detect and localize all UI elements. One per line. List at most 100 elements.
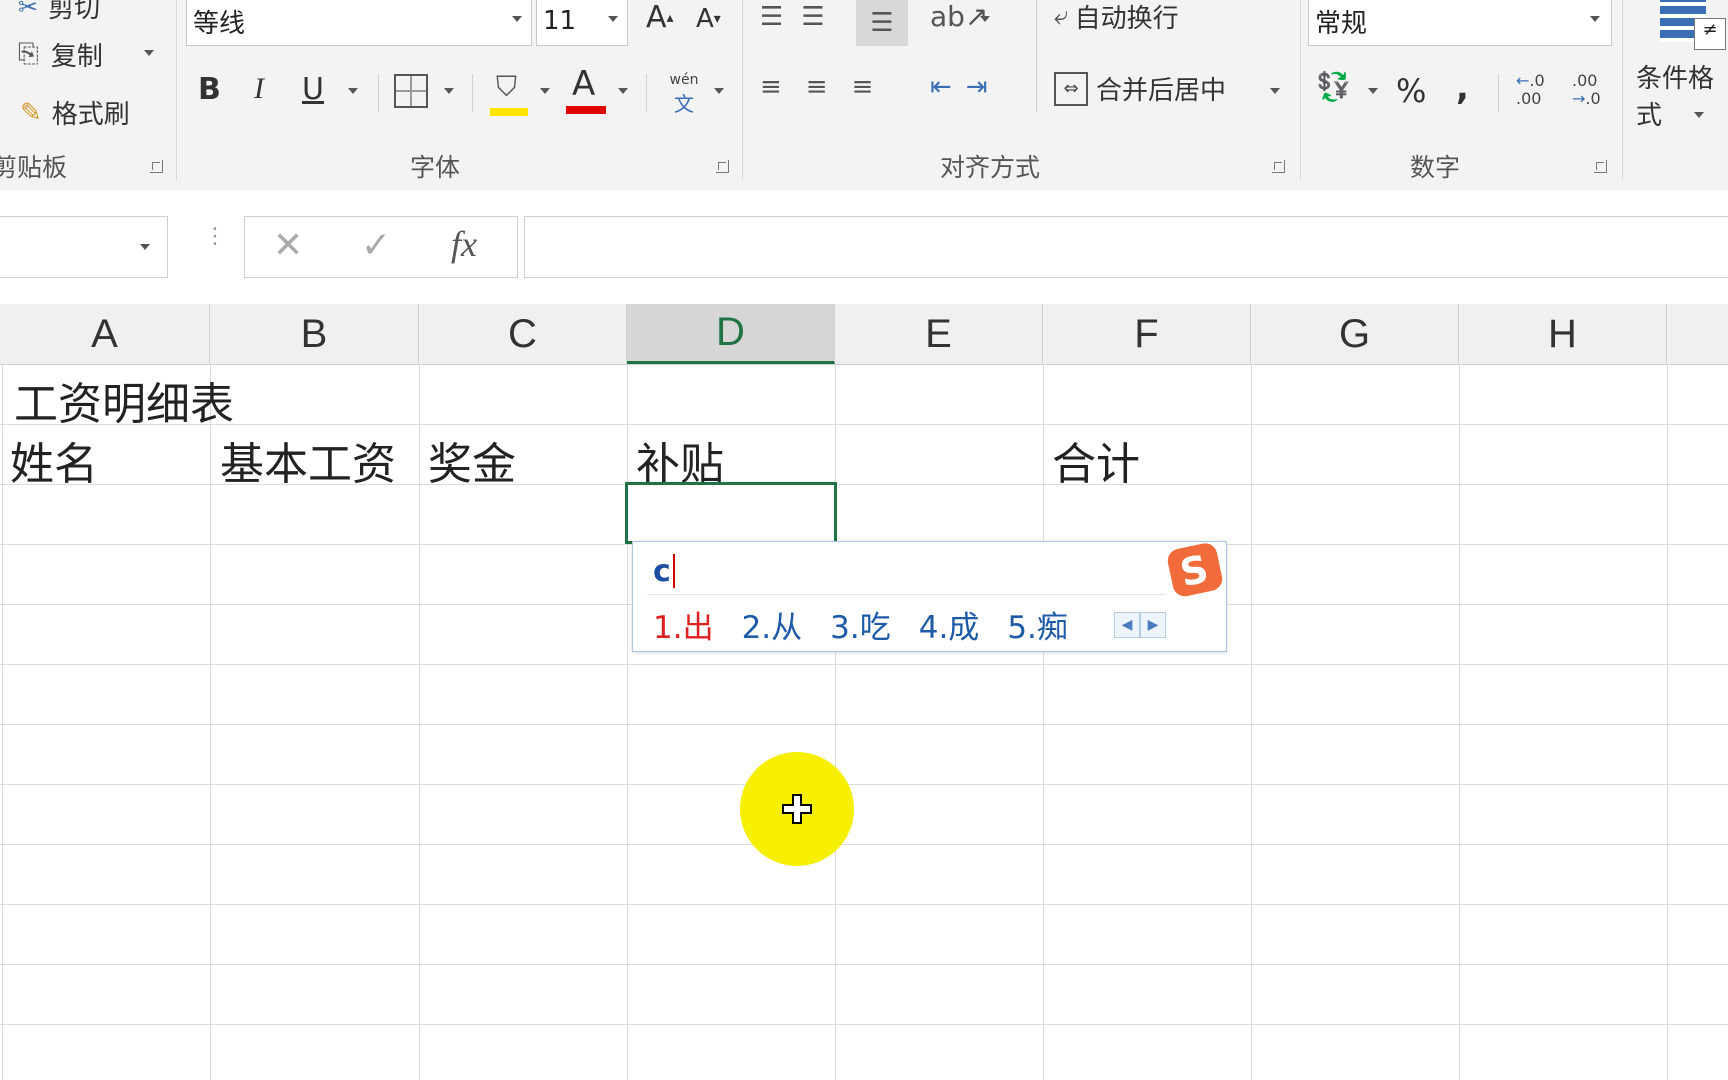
font-name-select[interactable]: 等线 bbox=[186, 0, 532, 46]
cell-f2[interactable]: 合计 bbox=[1052, 428, 1140, 492]
vertical-align-buttons[interactable]: ☰☰ bbox=[760, 2, 843, 32]
accounting-format-button[interactable]: 💱 bbox=[1316, 70, 1351, 103]
merge-cells-icon: ⇔ bbox=[1054, 71, 1088, 106]
increase-decimal-icon: ←.0 bbox=[1516, 71, 1545, 90]
align-bottom-button[interactable]: ☰ bbox=[856, 0, 908, 46]
column-header-partial[interactable] bbox=[1667, 304, 1728, 364]
ime-candidate-5[interactable]: 5.痴 bbox=[1007, 602, 1068, 647]
enter-icon[interactable]: ✓ bbox=[361, 225, 391, 266]
font-color-button[interactable]: A bbox=[566, 64, 606, 114]
conditional-format-dropdown-icon[interactable] bbox=[1694, 112, 1704, 118]
insert-function-button[interactable]: fx bbox=[451, 223, 477, 265]
fill-color-button[interactable]: ⛉ bbox=[490, 70, 530, 116]
cell-c2[interactable]: 奖金 bbox=[428, 428, 516, 492]
ime-candidate-4[interactable]: 4.成 bbox=[919, 602, 980, 647]
borders-button[interactable] bbox=[394, 74, 428, 108]
merge-dropdown-icon[interactable] bbox=[1270, 88, 1280, 94]
cell-b2[interactable]: 基本工资 bbox=[220, 428, 396, 492]
gridline bbox=[2, 364, 3, 1080]
ime-prev-page-icon[interactable]: ◀ bbox=[1114, 612, 1140, 638]
cell-a1[interactable]: 工资明细表 bbox=[14, 368, 234, 432]
ime-composition: c bbox=[653, 554, 671, 589]
format-painter-button[interactable]: ✎ 格式刷 bbox=[20, 94, 130, 131]
divider bbox=[742, 0, 743, 180]
percent-button[interactable]: % bbox=[1396, 72, 1426, 110]
formula-bar: ⋮ ✕ ✓ fx bbox=[0, 190, 1728, 286]
align-right-icon[interactable]: ≡ bbox=[852, 72, 898, 102]
borders-dropdown-icon[interactable] bbox=[444, 88, 454, 94]
decrease-indent-icon[interactable]: ⇤ bbox=[930, 72, 966, 102]
number-launcher-icon[interactable] bbox=[1594, 160, 1607, 173]
align-center-icon[interactable]: ≡ bbox=[806, 72, 852, 102]
copy-button[interactable]: ⎘ 复制 bbox=[18, 36, 103, 73]
align-middle-icon[interactable]: ☰ bbox=[801, 2, 842, 32]
wrap-text-icon: ⤶ bbox=[1054, 1, 1069, 31]
ime-caret bbox=[673, 554, 675, 588]
font-name-dropdown-icon[interactable] bbox=[512, 16, 522, 22]
increase-decimal-button[interactable]: ←.0 .00 bbox=[1516, 72, 1545, 108]
phonetic-button[interactable]: wén 文 bbox=[664, 72, 704, 116]
column-header-h[interactable]: H bbox=[1459, 304, 1667, 364]
font-color-icon: A bbox=[572, 64, 596, 104]
ime-candidate-3[interactable]: 3.吃 bbox=[830, 602, 891, 647]
phonetic-dropdown-icon[interactable] bbox=[714, 88, 724, 94]
decrease-decimal-button[interactable]: .00 →.0 bbox=[1572, 72, 1601, 108]
accounting-dropdown-icon[interactable] bbox=[1368, 88, 1378, 94]
gridline bbox=[835, 364, 836, 1080]
cut-label: 剪切 bbox=[48, 0, 101, 24]
indent-buttons[interactable]: ⇤⇥ bbox=[930, 72, 1002, 102]
column-header-e[interactable]: E bbox=[835, 304, 1043, 364]
gridline bbox=[1043, 364, 1044, 1080]
horizontal-align-buttons[interactable]: ≡≡≡ bbox=[760, 72, 897, 102]
increase-indent-icon[interactable]: ⇥ bbox=[966, 72, 1002, 102]
divider bbox=[1300, 0, 1301, 180]
underline-button[interactable]: U bbox=[302, 72, 324, 107]
conditional-format-button[interactable]: ≠ bbox=[1660, 0, 1726, 54]
font-size-dropdown-icon[interactable] bbox=[608, 16, 618, 22]
shrink-font-button[interactable]: A ▾ bbox=[696, 4, 721, 34]
font-color-dropdown-icon[interactable] bbox=[618, 88, 628, 94]
underline-dropdown-icon[interactable] bbox=[348, 88, 358, 94]
ime-next-page-icon[interactable]: ▶ bbox=[1140, 612, 1166, 638]
copy-dropdown-icon[interactable] bbox=[144, 50, 154, 56]
clipboard-launcher-icon[interactable] bbox=[150, 160, 163, 173]
ime-candidate-1[interactable]: 1.出 bbox=[653, 602, 714, 647]
column-header-d[interactable]: D bbox=[627, 304, 835, 364]
gridline bbox=[1667, 364, 1668, 1080]
font-size-select[interactable]: 11 bbox=[536, 0, 628, 46]
number-format-dropdown-icon[interactable] bbox=[1590, 16, 1600, 22]
gridline bbox=[0, 844, 1728, 845]
number-format-select[interactable]: 常规 bbox=[1308, 0, 1612, 46]
font-launcher-icon[interactable] bbox=[716, 160, 729, 173]
column-header-f[interactable]: F bbox=[1043, 304, 1251, 364]
align-left-icon[interactable]: ≡ bbox=[760, 72, 806, 102]
orientation-dropdown-icon[interactable] bbox=[980, 16, 990, 22]
italic-button[interactable]: I bbox=[254, 72, 264, 106]
formula-input[interactable] bbox=[524, 216, 1728, 278]
align-top-icon[interactable]: ☰ bbox=[760, 2, 801, 32]
ime-candidate-2[interactable]: 2.从 bbox=[742, 602, 803, 647]
wrap-text-button[interactable]: ⤶ 自动换行 bbox=[1054, 0, 1179, 35]
column-header-a[interactable]: A bbox=[0, 304, 210, 364]
bold-button[interactable]: B bbox=[198, 72, 221, 107]
fill-color-dropdown-icon[interactable] bbox=[540, 88, 550, 94]
cell-a2[interactable]: 姓名 bbox=[10, 428, 98, 492]
comma-button[interactable]: , bbox=[1456, 68, 1469, 108]
formula-buttons: ✕ ✓ fx bbox=[244, 216, 518, 278]
sheet-grid[interactable]: 工资明细表 姓名 基本工资 奖金 补贴 合计 bbox=[0, 364, 1728, 1080]
cut-button[interactable]: ✂ 剪切 bbox=[18, 0, 100, 25]
paint-bucket-icon: ⛉ bbox=[496, 70, 518, 103]
cancel-icon[interactable]: ✕ bbox=[273, 225, 303, 266]
gridline bbox=[0, 424, 1728, 425]
column-header-g[interactable]: G bbox=[1251, 304, 1459, 364]
name-box-dropdown-icon[interactable] bbox=[140, 244, 150, 250]
grow-font-button[interactable]: A ▴ bbox=[646, 0, 674, 35]
column-header-c[interactable]: C bbox=[419, 304, 627, 364]
grip-icon[interactable]: ⋮ bbox=[204, 226, 226, 248]
selected-cell-d3[interactable] bbox=[625, 482, 837, 544]
column-header-b[interactable]: B bbox=[210, 304, 419, 364]
ime-candidates: 1.出 2.从 3.吃 4.成 5.痴 bbox=[653, 602, 1068, 647]
merge-center-button[interactable]: ⇔ 合并后居中 bbox=[1054, 70, 1226, 107]
font-size-value: 11 bbox=[543, 6, 577, 36]
alignment-launcher-icon[interactable] bbox=[1272, 160, 1285, 173]
